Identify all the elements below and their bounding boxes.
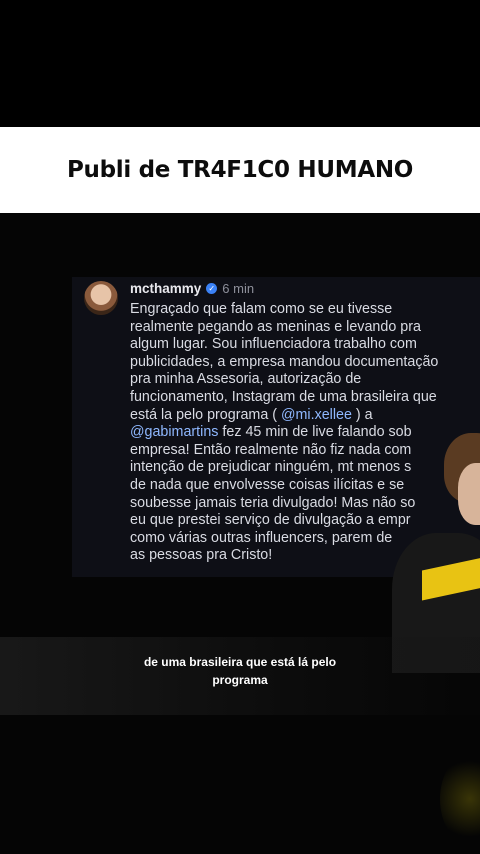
mention-link[interactable]: @mi.xellee (281, 407, 352, 423)
mention-link[interactable]: @gabimartins (130, 424, 218, 440)
comment-header: mcthammy ✓ 6 min (130, 281, 254, 296)
streamer-webcam-figure (392, 413, 480, 673)
verified-check-icon: ✓ (206, 283, 218, 294)
avatar (84, 281, 118, 315)
video-title: Publi de TR4F1C0 HUMANO (66, 157, 414, 183)
comment-text-part: Engraçado que falam como se eu tivesse r… (130, 301, 439, 423)
streamer-face (458, 463, 480, 525)
light-glow (440, 754, 480, 844)
comment-text-part: ) a (355, 406, 373, 423)
comment-time: 6 min (222, 281, 255, 296)
title-banner: Publi de TR4F1C0 HUMANO (0, 127, 480, 213)
comment-text-part: fez 45 min de live falando sob empresa! … (130, 424, 416, 564)
subtitle-caption: de uma brasileira que está lá pelo progr… (143, 655, 337, 687)
video-frame[interactable]: mcthammy ✓ 6 min Engraçado que falam com… (0, 213, 480, 854)
username: mcthammy (130, 281, 202, 296)
